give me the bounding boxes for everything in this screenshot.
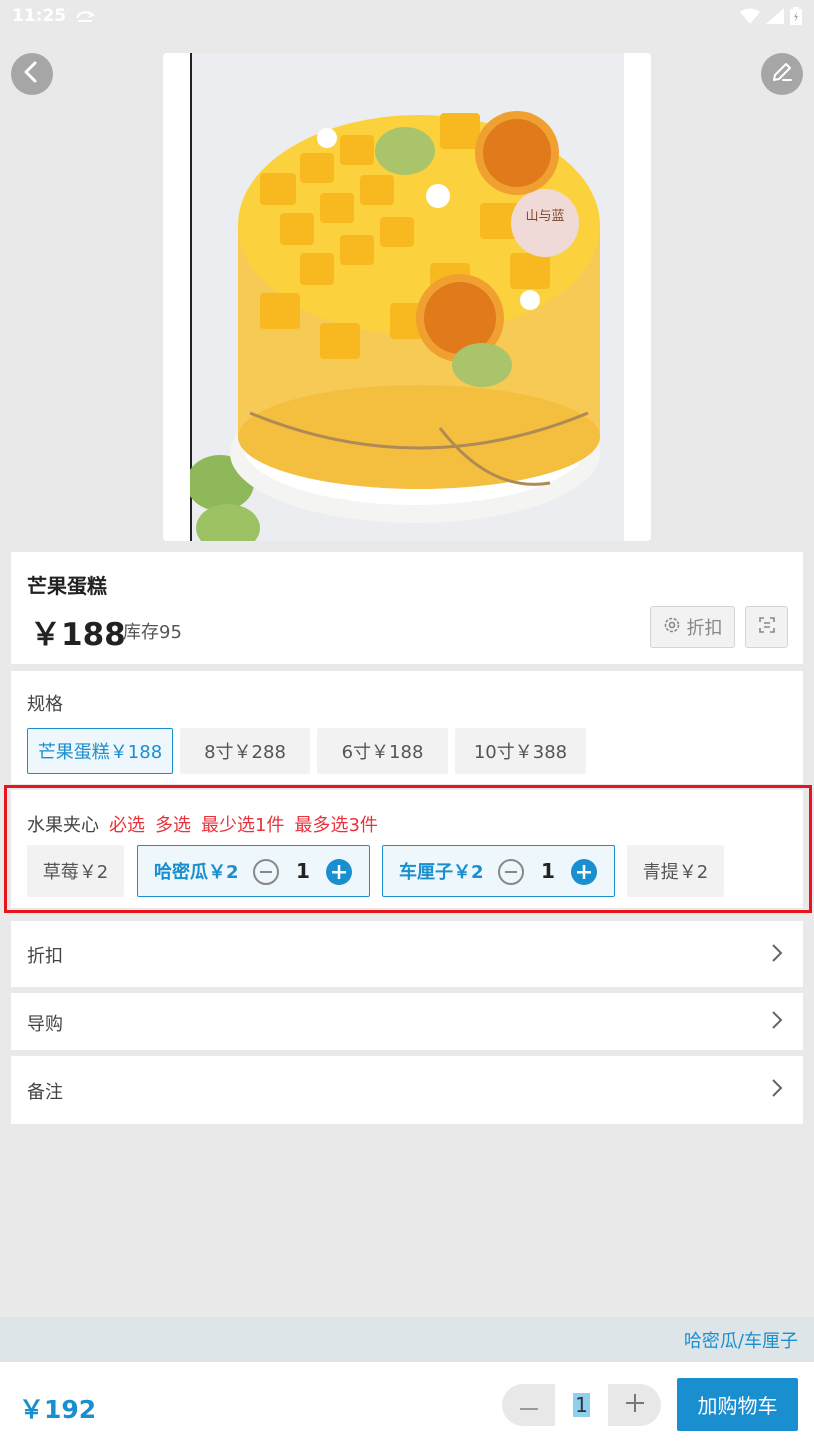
row-discount-label: 折扣	[27, 946, 63, 967]
fruit-tag: 最多选3件	[294, 815, 378, 836]
mango-cake-photo: 山与蓝	[190, 53, 624, 541]
fruit-tag: 必选	[109, 815, 145, 836]
spec-card: 规格 芒果蛋糕￥188 8寸￥288 6寸￥188 10寸￥388	[11, 671, 803, 784]
minus-circle-icon[interactable]	[498, 859, 524, 885]
scan-icon	[758, 616, 776, 638]
fruit-option-green-grape[interactable]: 青提￥2	[627, 845, 724, 897]
gear-icon	[663, 616, 681, 639]
quantity-value: 1	[573, 1393, 590, 1417]
discount-button[interactable]: 折扣	[650, 606, 735, 648]
chevron-right-icon	[771, 1078, 783, 1102]
quantity-input[interactable]: 1	[555, 1384, 608, 1426]
fruit-option-strawberry[interactable]: 草莓￥2	[27, 845, 124, 897]
add-to-cart-button[interactable]: 加购物车	[677, 1378, 798, 1431]
fruit-label: 水果夹心	[27, 815, 99, 836]
wifi-icon	[740, 8, 760, 24]
selection-summary: 哈密瓜/车厘子	[683, 1330, 798, 1352]
bottom-bar: ￥192 1 加购物车	[0, 1362, 814, 1446]
battery-icon	[790, 7, 802, 25]
status-bar: 11:25	[0, 0, 814, 32]
scan-button[interactable]	[745, 606, 788, 648]
chevron-left-icon	[22, 61, 42, 87]
total-price: ￥192	[19, 1395, 97, 1424]
plus-circle-icon[interactable]	[571, 859, 597, 885]
sync-icon	[74, 8, 96, 24]
fruit-qty: 1	[296, 859, 310, 883]
product-name: 芒果蛋糕	[27, 574, 107, 598]
decrease-button[interactable]	[502, 1384, 555, 1426]
row-discount[interactable]: 折扣	[11, 921, 803, 987]
selection-summary-bar: 哈密瓜/车厘子	[0, 1317, 814, 1362]
plus-circle-icon[interactable]	[326, 859, 352, 885]
row-guide-label: 导购	[27, 1014, 63, 1035]
product-stock: 库存95	[123, 622, 182, 643]
spec-option[interactable]: 8寸￥288	[180, 728, 310, 774]
product-info-card: 芒果蛋糕 ￥188 库存95 折扣	[11, 552, 803, 664]
plus-icon	[625, 1394, 644, 1416]
back-button[interactable]	[11, 53, 53, 95]
chevron-right-icon	[771, 1010, 783, 1034]
fruit-qty: 1	[541, 859, 555, 883]
fruit-option-label: 车厘子￥2	[399, 862, 484, 883]
photo-logo-text: 山与蓝	[525, 209, 564, 224]
discount-button-label: 折扣	[686, 618, 723, 639]
fruit-option-cherry[interactable]: 车厘子￥2 1	[382, 845, 615, 897]
quantity-stepper: 1	[502, 1384, 661, 1426]
product-price: ￥188	[30, 617, 126, 653]
spec-label: 规格	[27, 694, 63, 715]
signal-icon	[766, 8, 784, 24]
spec-option[interactable]: 6寸￥188	[317, 728, 448, 774]
fruit-option-hami-melon[interactable]: 哈密瓜￥2 1	[137, 845, 370, 897]
fruit-tag: 最少选1件	[201, 815, 285, 836]
product-image: 山与蓝	[163, 53, 651, 541]
chevron-right-icon	[771, 943, 783, 967]
edit-button[interactable]	[761, 53, 803, 95]
minus-icon	[519, 1396, 538, 1415]
fruit-tag: 多选	[155, 815, 191, 836]
row-remark-label: 备注	[27, 1082, 63, 1103]
status-time: 11:25	[12, 6, 67, 26]
row-guide[interactable]: 导购	[11, 993, 803, 1050]
fruit-filling-card: 水果夹心 必选 多选 最少选1件 最多选3件 草莓￥2 哈密瓜￥2 1 车厘子￥…	[11, 790, 803, 908]
row-remark[interactable]: 备注	[11, 1056, 803, 1124]
minus-circle-icon[interactable]	[253, 859, 279, 885]
fruit-option-label: 哈密瓜￥2	[154, 862, 239, 883]
increase-button[interactable]	[608, 1384, 661, 1426]
pencil-icon	[770, 60, 794, 88]
spec-option[interactable]: 芒果蛋糕￥188	[27, 728, 173, 774]
spec-option[interactable]: 10寸￥388	[455, 728, 586, 774]
